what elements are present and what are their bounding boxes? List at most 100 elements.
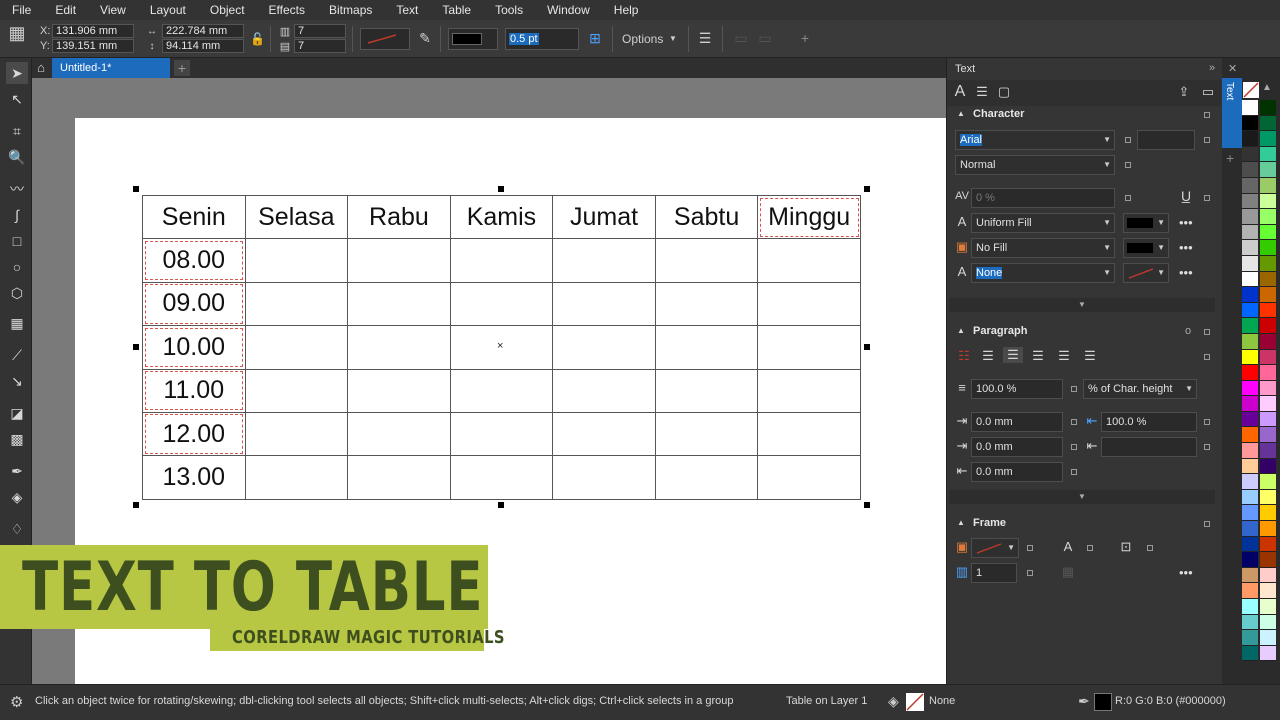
columns-field[interactable]: 7 (294, 24, 346, 38)
color-swatch[interactable] (1242, 583, 1258, 599)
kerning-field[interactable]: 0 % (971, 188, 1115, 208)
color-swatch[interactable] (1260, 100, 1276, 116)
font-dropdown[interactable]: Arial ▼ (955, 130, 1115, 150)
wrap-text-icon[interactable]: ⊞ (586, 30, 604, 46)
table-cell[interactable] (757, 325, 861, 370)
color-swatch[interactable] (1260, 177, 1276, 194)
color-swatch[interactable] (1260, 193, 1276, 210)
selection-handle[interactable] (498, 186, 504, 192)
table-cell[interactable] (654, 325, 759, 370)
menu-object[interactable]: Object (198, 0, 257, 20)
connector-tool-icon[interactable]: ↘ (6, 370, 28, 392)
color-swatch[interactable] (1242, 411, 1258, 428)
table-cell[interactable] (244, 368, 349, 413)
docker-expand-icon[interactable]: » (1209, 62, 1215, 74)
align-left-icon[interactable]: ☰ (979, 348, 997, 364)
more-icon[interactable]: ••• (1179, 215, 1193, 230)
color-swatch[interactable] (1260, 489, 1276, 506)
color-swatch[interactable] (1242, 255, 1258, 272)
table-cell[interactable] (552, 325, 656, 370)
color-swatch[interactable] (1242, 443, 1258, 459)
table-cell[interactable] (244, 238, 349, 283)
width-field[interactable]: 222.784 mm (162, 24, 244, 38)
option-icon[interactable] (1125, 195, 1131, 201)
color-swatch[interactable] (1242, 209, 1258, 225)
time-cell[interactable]: 08.00 (142, 238, 246, 283)
height-field[interactable]: 94.114 mm (162, 39, 244, 53)
color-swatch[interactable] (1242, 458, 1258, 475)
table-cell[interactable] (449, 281, 554, 327)
color-swatch[interactable] (1260, 131, 1276, 147)
line-spacing-unit-dropdown[interactable]: % of Char. height ▼ (1083, 379, 1197, 399)
option-icon[interactable] (1071, 386, 1077, 392)
table-cell[interactable] (449, 368, 554, 413)
table-cell[interactable] (347, 368, 451, 413)
reference-point-icon[interactable]: ▦ (6, 24, 28, 53)
color-swatch[interactable] (1242, 287, 1258, 303)
first-line-indent-field[interactable]: 0.0 mm (971, 412, 1063, 432)
drop-shadow-icon[interactable]: ◪ (6, 402, 28, 424)
polygon-tool-icon[interactable]: ⬡ (6, 282, 28, 304)
chevron-down-icon[interactable]: ▼ (668, 31, 678, 47)
table-cell[interactable] (654, 411, 759, 457)
align-center-icon[interactable]: ☰ (1003, 347, 1023, 363)
color-swatch[interactable] (1260, 567, 1276, 584)
character-icon[interactable]: A (951, 84, 969, 100)
dimension-tool-icon[interactable]: ⟋ (6, 344, 28, 366)
option-icon[interactable] (1071, 444, 1077, 450)
paragraph-icon[interactable]: ☰ (973, 84, 991, 100)
fill-color-dropdown[interactable]: ▼ (1123, 213, 1169, 233)
collapse-icon[interactable]: ▲ (957, 326, 965, 335)
color-swatch[interactable] (1260, 521, 1276, 537)
color-swatch[interactable] (1242, 489, 1258, 506)
fill-type-dropdown[interactable]: Uniform Fill ▼ (971, 213, 1115, 233)
frame-icon[interactable]: ▢ (995, 84, 1013, 100)
table-cell[interactable] (757, 238, 861, 283)
color-swatch[interactable] (1242, 396, 1258, 412)
color-swatch[interactable] (1260, 630, 1276, 646)
left-indent-field[interactable]: 0.0 mm (971, 437, 1063, 457)
align-right-icon[interactable]: ☰ (1029, 348, 1047, 364)
menu-edit[interactable]: Edit (43, 0, 88, 20)
menu-effects[interactable]: Effects (257, 0, 317, 20)
palette-scroll-up-icon[interactable]: ▲ (1262, 82, 1272, 93)
menu-file[interactable]: File (0, 0, 43, 20)
table-cell[interactable] (552, 281, 656, 327)
export-icon[interactable]: ⇪ (1175, 84, 1193, 100)
add-docker-icon[interactable]: + (1226, 150, 1234, 166)
color-swatch[interactable] (1242, 318, 1258, 334)
gear-icon[interactable]: ⚙ (10, 693, 23, 711)
time-cell[interactable]: 11.00 (142, 368, 246, 413)
option-icon[interactable] (1125, 137, 1131, 143)
outline-style-dropdown[interactable] (360, 28, 410, 50)
table-header-cell[interactable]: Jumat (552, 194, 656, 240)
color-swatch[interactable] (1260, 365, 1276, 381)
outline-dropdown[interactable]: None ▼ (971, 263, 1115, 283)
table-cell[interactable] (654, 368, 759, 413)
table-cell[interactable] (654, 281, 759, 327)
table-header-cell[interactable]: Minggu (757, 194, 861, 240)
table-header-cell[interactable]: Rabu (347, 194, 451, 240)
table-cell[interactable] (757, 455, 861, 500)
section-option-icon[interactable] (1204, 329, 1210, 335)
color-swatch[interactable] (1260, 240, 1276, 256)
color-swatch[interactable] (1242, 536, 1258, 553)
section-option-icon[interactable] (1204, 521, 1210, 527)
selection-handle[interactable] (133, 344, 139, 350)
color-swatch[interactable] (1242, 271, 1258, 288)
color-swatch[interactable] (1260, 552, 1276, 568)
rows-field[interactable]: 7 (294, 39, 346, 53)
outline-color-dropdown[interactable] (448, 28, 498, 50)
shape-tool-icon[interactable]: ↖ (6, 88, 28, 110)
fill-tool-icon[interactable]: ◈ (6, 486, 28, 508)
color-swatch[interactable] (1260, 115, 1276, 132)
color-swatch[interactable] (1260, 287, 1276, 303)
menu-layout[interactable]: Layout (138, 0, 198, 20)
time-cell[interactable]: 12.00 (142, 411, 246, 457)
table-cell[interactable] (449, 238, 554, 283)
lock-ratio-icon[interactable]: 🔓 (250, 31, 265, 47)
color-swatch[interactable] (1260, 302, 1276, 319)
color-swatch[interactable] (1260, 411, 1276, 428)
expand-paragraph-icon[interactable]: ▼ (949, 490, 1215, 504)
color-swatch[interactable] (1242, 567, 1258, 584)
